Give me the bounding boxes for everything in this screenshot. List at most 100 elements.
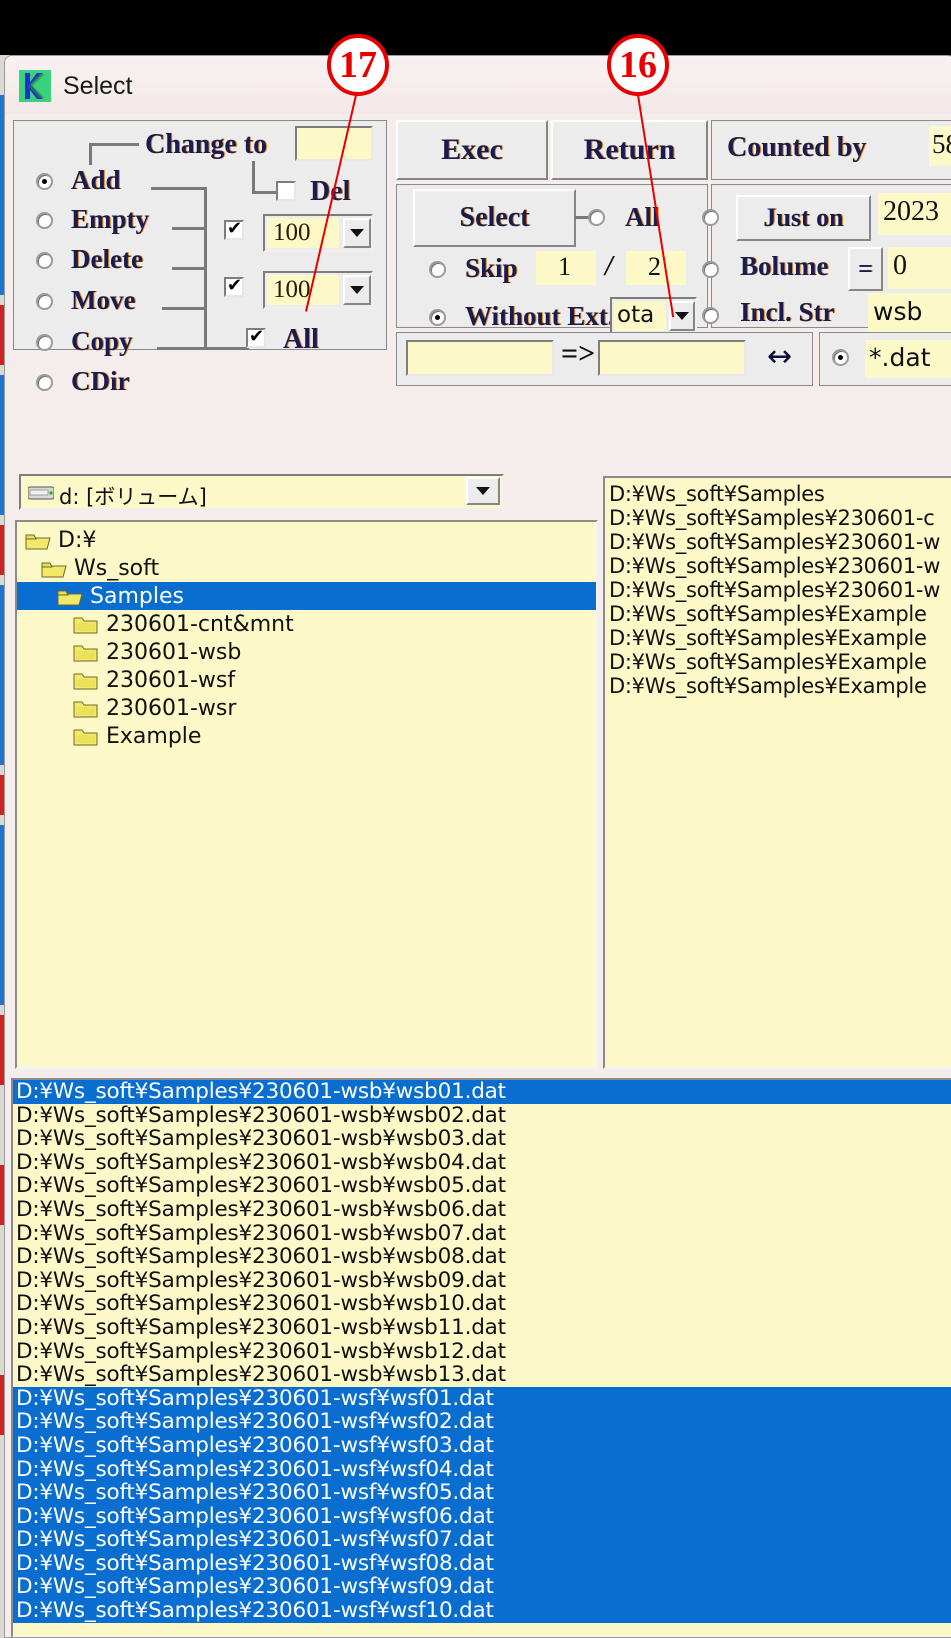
just-on-value-box[interactable]: 2023 xyxy=(878,193,951,235)
directory-list-item[interactable]: D:¥Ws_soft¥Samples¥230601-w xyxy=(605,578,951,602)
tree-item-230601-wsr[interactable]: 230601-wsr xyxy=(17,694,596,722)
select-button[interactable]: Select xyxy=(413,189,576,247)
rename-from-input[interactable] xyxy=(406,340,554,376)
tree-item-ws-soft[interactable]: Ws_soft xyxy=(17,554,596,582)
spin1-chevron-down-icon[interactable] xyxy=(343,218,371,248)
tree-item-d[interactable]: D:¥ xyxy=(17,526,596,554)
radio-just-on[interactable] xyxy=(702,209,719,226)
bolume-value-box[interactable]: 0 xyxy=(888,247,951,289)
folder-tree[interactable]: D:¥ Ws_soft Samples 230601-cnt&mnt 230601-ws… xyxy=(15,520,598,1069)
file-list-rows: D:¥Ws_soft¥Samples¥230601-wsb¥wsb01.dat D… xyxy=(13,1080,951,1623)
folder-tree-rows: D:¥ Ws_soft Samples 230601-cnt&mnt 230601-ws… xyxy=(17,522,596,750)
file-list-item[interactable]: D:¥Ws_soft¥Samples¥230601-wsb¥wsb08.dat xyxy=(13,1245,951,1269)
file-list-item[interactable]: D:¥Ws_soft¥Samples¥230601-wsb¥wsb05.dat xyxy=(13,1174,951,1198)
file-list-item[interactable]: D:¥Ws_soft¥Samples¥230601-wsb¥wsb01.dat xyxy=(13,1080,951,1104)
just-on-value: 2023 xyxy=(883,196,939,227)
tree-item-samples[interactable]: Samples xyxy=(17,582,596,610)
tree-item-230601-wsf[interactable]: 230601-wsf xyxy=(17,666,596,694)
without-ext-chevron-down-icon[interactable] xyxy=(669,301,695,331)
folder-open-icon xyxy=(41,558,67,579)
file-list-item[interactable]: D:¥Ws_soft¥Samples¥230601-wsb¥wsb11.dat xyxy=(13,1316,951,1340)
just-on-button[interactable]: Just on xyxy=(736,195,871,241)
tree-item-label: D:¥ xyxy=(58,527,97,553)
just-on-label: Just on xyxy=(763,203,844,232)
without-ext-combo[interactable]: ota xyxy=(610,297,697,335)
rename-to-input[interactable] xyxy=(598,340,746,376)
tree-item-label: Ws_soft xyxy=(74,555,160,581)
change-to-input[interactable] xyxy=(295,126,373,161)
change-to-label: Change to xyxy=(145,129,268,160)
radio-cdir[interactable] xyxy=(36,374,53,391)
skip-denominator-input[interactable]: 2 xyxy=(626,251,686,285)
mask-value: *.dat xyxy=(869,343,931,372)
swap-arrow-icon[interactable]: ↔ xyxy=(767,339,792,374)
del-checkbox[interactable] xyxy=(276,181,296,201)
radio-add[interactable] xyxy=(36,173,53,190)
directory-list-item[interactable]: D:¥Ws_soft¥Samples xyxy=(605,482,951,506)
return-button[interactable]: Return xyxy=(551,120,708,180)
file-list[interactable]: D:¥Ws_soft¥Samples¥230601-wsb¥wsb01.dat D… xyxy=(11,1078,951,1637)
drive-select[interactable]: d: [ボリューム] xyxy=(19,474,504,510)
counted-by-value-box[interactable]: 58 xyxy=(929,126,951,166)
file-list-item[interactable]: D:¥Ws_soft¥Samples¥230601-wsf¥wsf01.dat xyxy=(13,1387,951,1411)
file-list-item[interactable]: D:¥Ws_soft¥Samples¥230601-wsb¥wsb09.dat xyxy=(13,1269,951,1293)
file-list-item[interactable]: D:¥Ws_soft¥Samples¥230601-wsb¥wsb02.dat xyxy=(13,1103,951,1128)
spin1-combo[interactable]: 100 xyxy=(263,214,373,252)
radio-delete[interactable] xyxy=(36,252,53,269)
drive-chevron-down-icon[interactable] xyxy=(466,477,500,505)
exec-button[interactable]: Exec xyxy=(396,120,548,180)
radio-empty[interactable] xyxy=(36,212,53,229)
tree-item-230601-wsb[interactable]: 230601-wsb xyxy=(17,638,596,666)
radio-skip[interactable] xyxy=(429,261,446,278)
file-list-item[interactable]: D:¥Ws_soft¥Samples¥230601-wsb¥wsb03.dat xyxy=(13,1127,951,1151)
file-list-item[interactable]: D:¥Ws_soft¥Samples¥230601-wsf¥wsf08.dat xyxy=(13,1552,951,1576)
skip-numerator-input[interactable]: 1 xyxy=(536,251,596,285)
radio-without-ext[interactable] xyxy=(429,309,446,326)
file-list-item[interactable]: D:¥Ws_soft¥Samples¥230601-wsb¥wsb12.dat xyxy=(13,1339,951,1364)
radio-incl-str[interactable] xyxy=(702,307,719,324)
file-list-item[interactable]: D:¥Ws_soft¥Samples¥230601-wsf¥wsf09.dat xyxy=(13,1575,951,1600)
file-list-item[interactable]: D:¥Ws_soft¥Samples¥230601-wsf¥wsf04.dat xyxy=(13,1457,951,1482)
spin2-chevron-down-icon[interactable] xyxy=(343,275,371,305)
spin2-checkbox[interactable] xyxy=(224,275,244,297)
bolume-eq-button[interactable]: = xyxy=(848,247,883,291)
file-list-item[interactable]: D:¥Ws_soft¥Samples¥230601-wsb¥wsb10.dat xyxy=(13,1292,951,1316)
incl-str-input[interactable]: wsb xyxy=(868,293,951,333)
directory-list-item[interactable]: D:¥Ws_soft¥Samples¥230601-c xyxy=(605,506,951,530)
file-list-item[interactable]: D:¥Ws_soft¥Samples¥230601-wsf¥wsf02.dat xyxy=(13,1410,951,1434)
directory-list-item[interactable]: D:¥Ws_soft¥Samples¥Example xyxy=(605,674,951,698)
tree-item-example[interactable]: Example xyxy=(17,722,596,750)
file-list-item[interactable]: D:¥Ws_soft¥Samples¥230601-wsf¥wsf10.dat xyxy=(13,1599,951,1623)
directory-list-item[interactable]: D:¥Ws_soft¥Samples¥230601-w xyxy=(605,530,951,554)
radio-all[interactable] xyxy=(588,209,605,226)
file-list-item[interactable]: D:¥Ws_soft¥Samples¥230601-wsf¥wsf05.dat xyxy=(13,1481,951,1505)
app-k-icon xyxy=(19,70,51,102)
directory-list-item[interactable]: D:¥Ws_soft¥Samples¥Example xyxy=(605,602,951,626)
file-list-item[interactable]: D:¥Ws_soft¥Samples¥230601-wsb¥wsb07.dat xyxy=(13,1221,951,1246)
bracket-line xyxy=(89,143,139,146)
radio-mask[interactable] xyxy=(832,349,849,366)
mask-input[interactable]: *.dat xyxy=(865,340,951,378)
spin1-checkbox[interactable] xyxy=(224,218,244,240)
file-list-item[interactable]: D:¥Ws_soft¥Samples¥230601-wsf¥wsf07.dat xyxy=(13,1528,951,1552)
file-list-item[interactable]: D:¥Ws_soft¥Samples¥230601-wsf¥wsf06.dat xyxy=(13,1505,951,1529)
file-list-item[interactable]: D:¥Ws_soft¥Samples¥230601-wsf¥wsf03.dat xyxy=(13,1434,951,1458)
directory-list-item[interactable]: D:¥Ws_soft¥Samples¥Example xyxy=(605,626,951,650)
bracket-line xyxy=(172,267,207,270)
spin2-combo[interactable]: 100 xyxy=(263,271,373,309)
spin2-value: 100 xyxy=(273,276,311,303)
radio-bolume[interactable] xyxy=(702,261,719,278)
radio-move[interactable] xyxy=(36,293,53,310)
directory-list-item[interactable]: D:¥Ws_soft¥Samples¥Example xyxy=(605,650,951,674)
file-list-item[interactable]: D:¥Ws_soft¥Samples¥230601-wsb¥wsb13.dat xyxy=(13,1363,951,1387)
without-ext-label: Without Ext. xyxy=(465,301,615,331)
bolume-label: Bolume xyxy=(740,251,829,281)
directory-list[interactable]: D:¥Ws_soft¥Samples D:¥Ws_soft¥Samples¥230… xyxy=(603,476,951,1069)
all-checkbox[interactable] xyxy=(246,326,266,348)
bracket-line xyxy=(252,161,255,193)
tree-item-230601-cnt-mnt[interactable]: 230601-cnt&mnt xyxy=(17,610,596,638)
file-list-item[interactable]: D:¥Ws_soft¥Samples¥230601-wsb¥wsb06.dat xyxy=(13,1198,951,1222)
radio-copy[interactable] xyxy=(36,334,53,351)
file-list-item[interactable]: D:¥Ws_soft¥Samples¥230601-wsb¥wsb04.dat xyxy=(13,1151,951,1175)
directory-list-item[interactable]: D:¥Ws_soft¥Samples¥230601-w xyxy=(605,554,951,578)
